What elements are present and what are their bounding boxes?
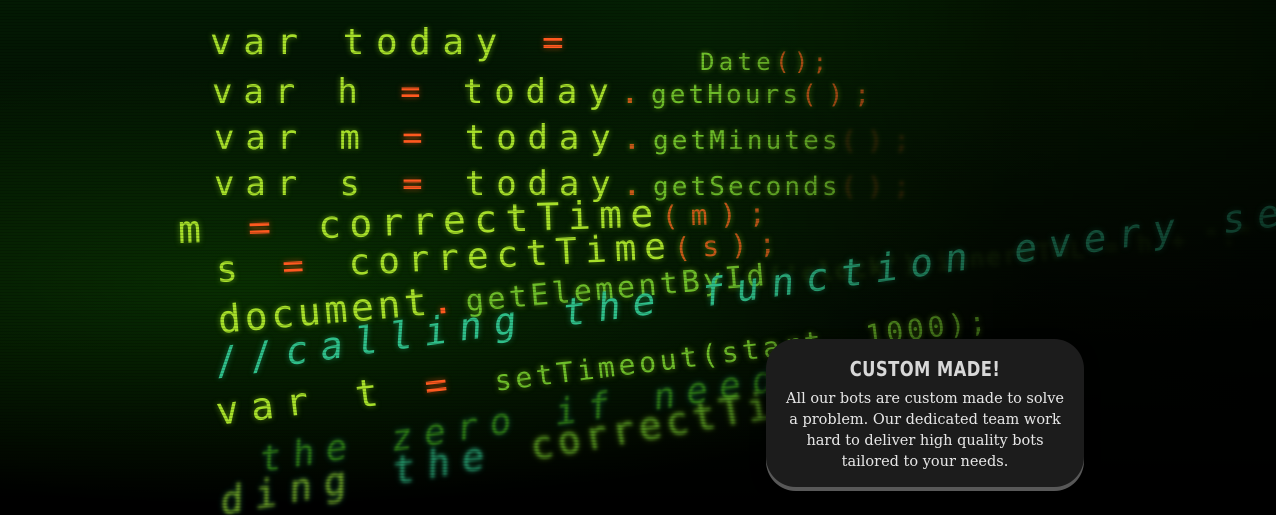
card-title: CUSTOM MADE! xyxy=(849,357,1001,381)
card-description: All our bots are custom made to solve a … xyxy=(785,391,1065,470)
code-line-1: var today = xyxy=(210,22,576,63)
hero-banner: var today = Date(); var h = today.getHou… xyxy=(0,0,1276,515)
background-code-image: var today = Date(); var h = today.getHou… xyxy=(0,0,1276,515)
custom-made-card: CUSTOM MADE! All our bots are custom mad… xyxy=(766,339,1084,487)
code-line-3: var m = today.getMinutes(); xyxy=(214,118,921,158)
code-line-2: var h = today.getHours(); xyxy=(212,72,881,112)
